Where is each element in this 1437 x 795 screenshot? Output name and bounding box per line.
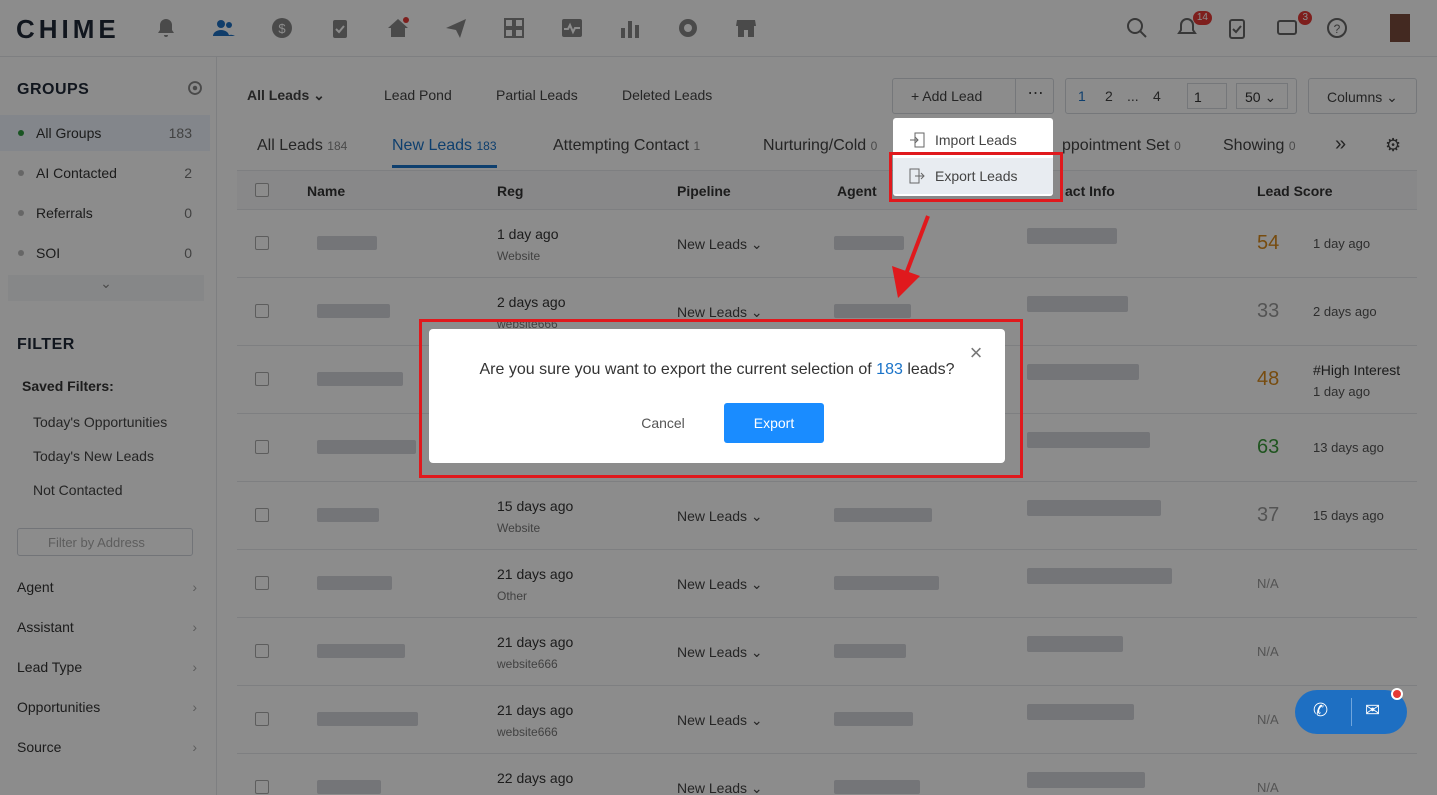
call-chat-widget: ✆ ✉	[1295, 688, 1407, 734]
cancel-button[interactable]: Cancel	[623, 403, 703, 443]
export-item-highlight	[889, 152, 1063, 202]
chat-badge	[1391, 688, 1403, 700]
annotation-arrow	[892, 215, 930, 298]
export-confirm-dialog: × Are you sure you want to export the cu…	[429, 329, 1005, 463]
export-button[interactable]: Export	[724, 403, 824, 443]
chat-icon[interactable]: ✉	[1365, 700, 1380, 721]
phone-icon[interactable]: ✆	[1313, 700, 1328, 721]
import-icon	[910, 132, 925, 148]
close-icon[interactable]: ×	[966, 342, 986, 364]
export-confirm-message: Are you sure you want to export the curr…	[479, 361, 955, 378]
